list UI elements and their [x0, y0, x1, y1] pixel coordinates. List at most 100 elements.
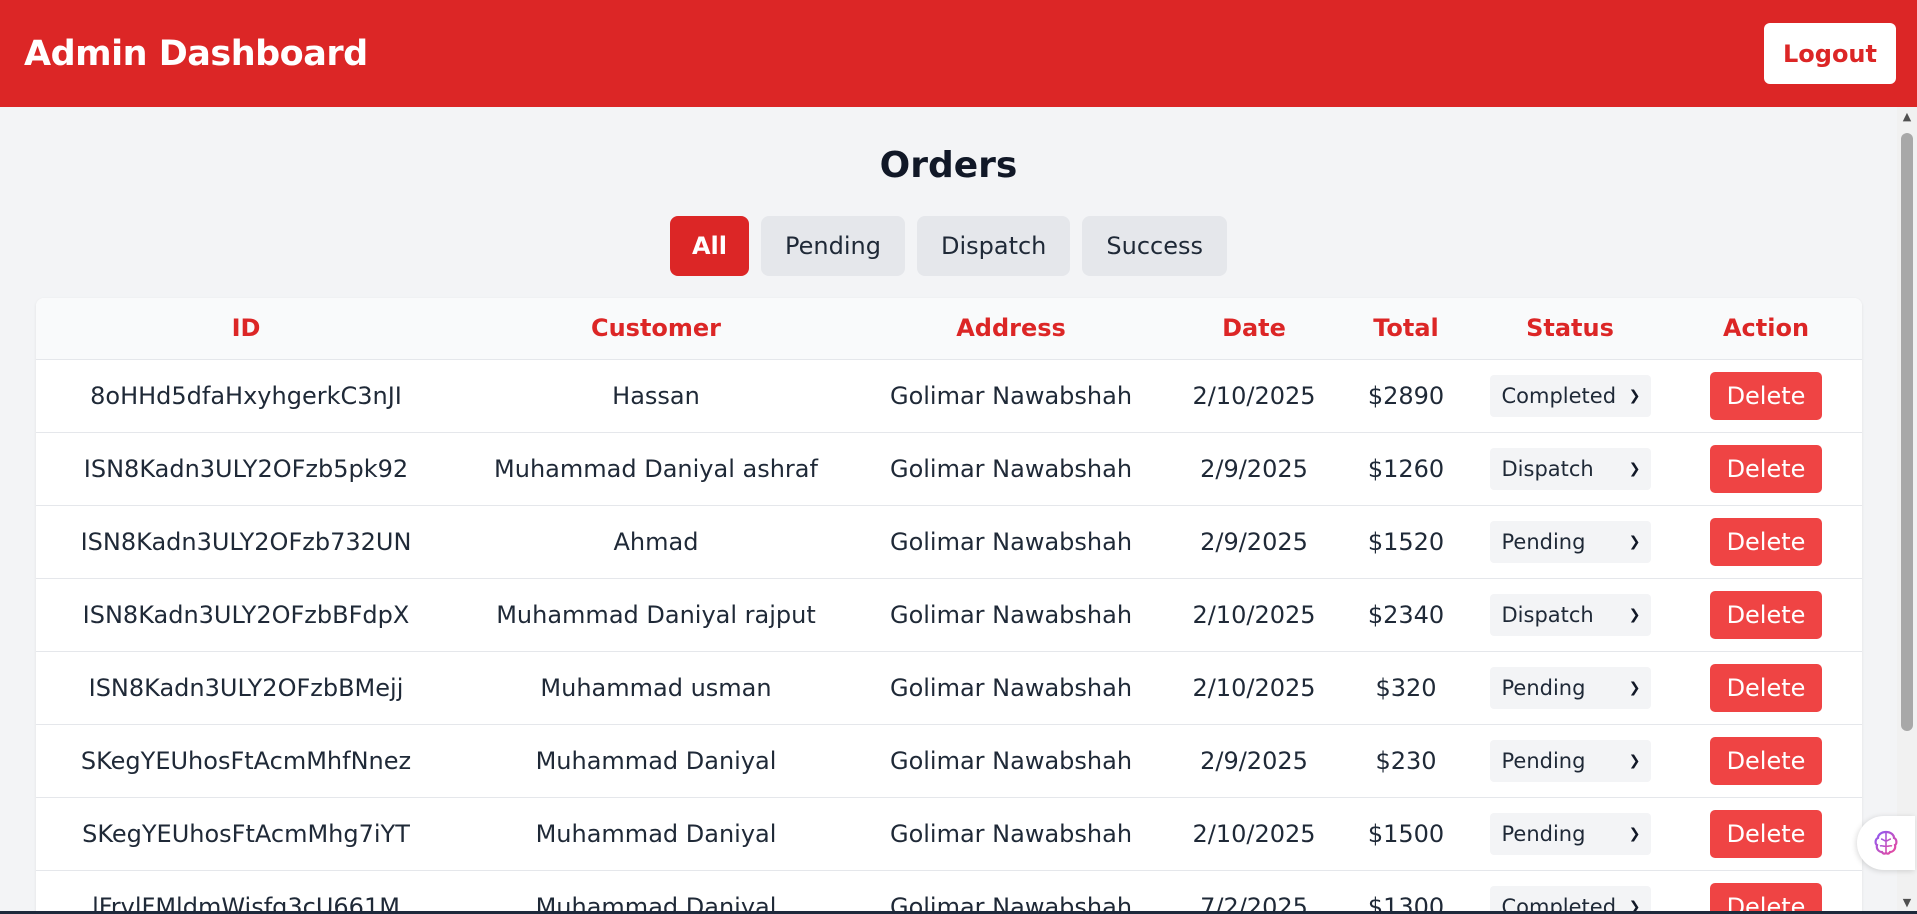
- table-row: SKegYEUhosFtAcmMhfNnez Muhammad Daniyal …: [36, 724, 1862, 797]
- assistant-button[interactable]: [1857, 816, 1915, 870]
- order-total: $1260: [1367, 454, 1445, 483]
- order-total: $230: [1375, 746, 1437, 775]
- table-row: 8oHHd5dfaHxyhgerkC3nJI Hassan Golimar Na…: [36, 359, 1862, 432]
- orders-table: ID Customer Address Date Total Status Ac…: [36, 298, 1862, 914]
- order-customer: Ahmad: [613, 527, 699, 556]
- order-address: Golimar Nawabshah: [889, 819, 1133, 848]
- table-header-row: ID Customer Address Date Total Status Ac…: [36, 298, 1862, 360]
- page-title: Orders: [879, 145, 1018, 186]
- status-filter-bar: All Pending Dispatch Success: [0, 216, 1897, 276]
- table-row: lFrvlFMldmWisfq3cU661M Muhammad Daniyal …: [36, 870, 1862, 914]
- column-header-address: Address: [856, 298, 1166, 360]
- order-customer: Muhammad Daniyal: [535, 819, 777, 848]
- order-address: Golimar Nawabshah: [889, 892, 1133, 914]
- filter-dispatch-button[interactable]: Dispatch: [916, 216, 1071, 276]
- status-select[interactable]: Pending ❯: [1489, 812, 1651, 855]
- status-value: Pending: [1501, 529, 1586, 554]
- status-select[interactable]: Pending ❯: [1489, 520, 1651, 563]
- status-value: Dispatch: [1501, 456, 1594, 481]
- filter-pending-button[interactable]: Pending: [761, 216, 905, 276]
- status-select[interactable]: Completed ❯: [1489, 885, 1651, 914]
- order-customer: Hassan: [612, 381, 700, 410]
- status-select[interactable]: Dispatch ❯: [1489, 593, 1651, 636]
- chevron-down-icon: ❯: [1628, 752, 1641, 769]
- order-total: $1500: [1367, 819, 1445, 848]
- order-customer: Muhammad Daniyal ashraf: [494, 454, 818, 483]
- chevron-down-icon: ❯: [1628, 606, 1641, 623]
- orders-table-card: ID Customer Address Date Total Status Ac…: [36, 298, 1862, 914]
- delete-button[interactable]: Delete: [1710, 663, 1822, 712]
- delete-button[interactable]: Delete: [1710, 882, 1822, 914]
- table-row: SKegYEUhosFtAcmMhg7iYT Muhammad Daniyal …: [36, 797, 1862, 870]
- filter-all-button[interactable]: All: [669, 216, 750, 276]
- main-content: Orders All Pending Dispatch Success ID C…: [0, 107, 1897, 914]
- order-date: 2/10/2025: [1192, 600, 1316, 629]
- status-select[interactable]: Dispatch ❯: [1489, 447, 1651, 490]
- order-address: Golimar Nawabshah: [889, 673, 1133, 702]
- column-header-status: Status: [1470, 298, 1670, 360]
- app-title: Admin Dashboard: [24, 33, 368, 74]
- order-date: 7/2/2025: [1200, 892, 1308, 914]
- order-id: ISN8Kadn3ULY2OFzb732UN: [80, 527, 412, 556]
- status-value: Pending: [1501, 748, 1586, 773]
- status-select[interactable]: Pending ❯: [1489, 666, 1651, 709]
- delete-button[interactable]: Delete: [1710, 809, 1822, 858]
- filter-success-button[interactable]: Success: [1082, 216, 1227, 276]
- page-scrollbar[interactable]: ▲ ▼: [1897, 107, 1917, 914]
- order-customer: Muhammad Daniyal: [535, 746, 777, 775]
- order-address: Golimar Nawabshah: [889, 381, 1133, 410]
- order-total: $1300: [1367, 892, 1445, 914]
- order-address: Golimar Nawabshah: [889, 527, 1133, 556]
- order-id: SKegYEUhosFtAcmMhfNnez: [80, 746, 412, 775]
- delete-button[interactable]: Delete: [1710, 371, 1822, 420]
- column-header-customer: Customer: [456, 298, 856, 360]
- delete-button[interactable]: Delete: [1710, 736, 1822, 785]
- arrow-up-icon[interactable]: ▲: [1901, 111, 1913, 123]
- table-row: ISN8Kadn3ULY2OFzb732UN Ahmad Golimar Naw…: [36, 505, 1862, 578]
- table-row: ISN8Kadn3ULY2OFzbBMejj Muhammad usman Go…: [36, 651, 1862, 724]
- order-address: Golimar Nawabshah: [889, 600, 1133, 629]
- status-select[interactable]: Completed ❯: [1489, 374, 1651, 417]
- delete-button[interactable]: Delete: [1710, 590, 1822, 639]
- top-navbar: Admin Dashboard Logout: [0, 0, 1917, 107]
- status-value: Completed: [1501, 383, 1617, 408]
- order-customer: Muhammad Daniyal rajput: [496, 600, 816, 629]
- brain-icon: [1874, 830, 1898, 855]
- column-header-id: ID: [36, 298, 456, 360]
- chevron-down-icon: ❯: [1628, 825, 1641, 842]
- chevron-down-icon: ❯: [1628, 533, 1641, 550]
- order-id: ISN8Kadn3ULY2OFzbBMejj: [88, 673, 404, 702]
- status-select[interactable]: Pending ❯: [1489, 739, 1651, 782]
- order-date: 2/9/2025: [1200, 454, 1308, 483]
- order-address: Golimar Nawabshah: [889, 454, 1133, 483]
- order-id: ISN8Kadn3ULY2OFzbBFdpX: [82, 600, 410, 629]
- column-header-action: Action: [1670, 298, 1862, 360]
- order-customer: Muhammad Daniyal: [535, 892, 777, 914]
- order-total: $2890: [1367, 381, 1445, 410]
- status-value: Pending: [1501, 821, 1586, 846]
- table-row: ISN8Kadn3ULY2OFzb5pk92 Muhammad Daniyal …: [36, 432, 1862, 505]
- order-id: 8oHHd5dfaHxyhgerkC3nJI: [90, 381, 402, 410]
- order-date: 2/9/2025: [1200, 746, 1308, 775]
- order-customer: Muhammad usman: [540, 673, 772, 702]
- delete-button[interactable]: Delete: [1710, 444, 1822, 493]
- arrow-down-icon[interactable]: ▼: [1901, 897, 1913, 909]
- column-header-date: Date: [1166, 298, 1342, 360]
- order-date: 2/10/2025: [1192, 819, 1316, 848]
- order-id: lFrvlFMldmWisfq3cU661M: [92, 892, 400, 914]
- status-value: Pending: [1501, 675, 1586, 700]
- table-row: ISN8Kadn3ULY2OFzbBFdpX Muhammad Daniyal …: [36, 578, 1862, 651]
- scrollbar-thumb[interactable]: [1901, 133, 1913, 731]
- order-date: 2/9/2025: [1200, 527, 1308, 556]
- order-total: $2340: [1367, 600, 1445, 629]
- logout-button[interactable]: Logout: [1764, 23, 1896, 84]
- order-total: $320: [1375, 673, 1437, 702]
- order-id: ISN8Kadn3ULY2OFzb5pk92: [83, 454, 409, 483]
- delete-button[interactable]: Delete: [1710, 517, 1822, 566]
- status-value: Dispatch: [1501, 602, 1594, 627]
- chevron-down-icon: ❯: [1628, 679, 1641, 696]
- order-address: Golimar Nawabshah: [889, 746, 1133, 775]
- order-date: 2/10/2025: [1192, 381, 1316, 410]
- order-id: SKegYEUhosFtAcmMhg7iYT: [82, 819, 410, 848]
- chevron-down-icon: ❯: [1628, 460, 1641, 477]
